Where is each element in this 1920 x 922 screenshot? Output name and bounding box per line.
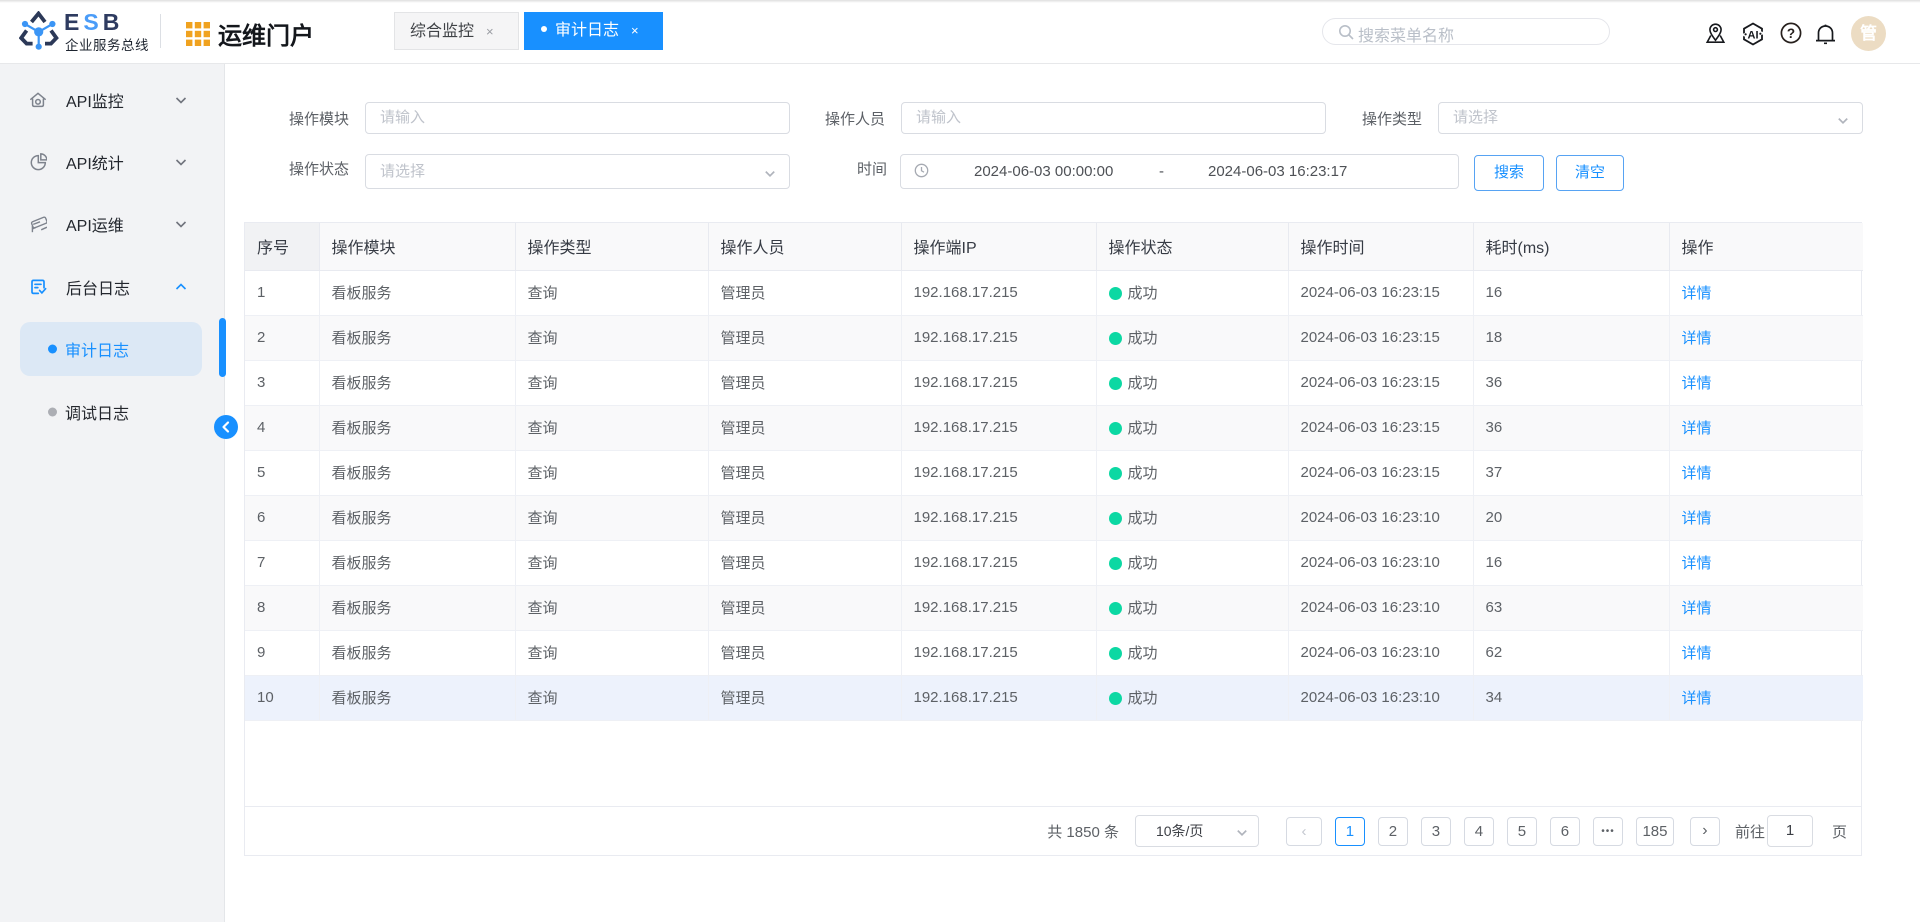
svg-text:AI: AI bbox=[1748, 29, 1759, 41]
svg-text:?: ? bbox=[1787, 26, 1795, 41]
